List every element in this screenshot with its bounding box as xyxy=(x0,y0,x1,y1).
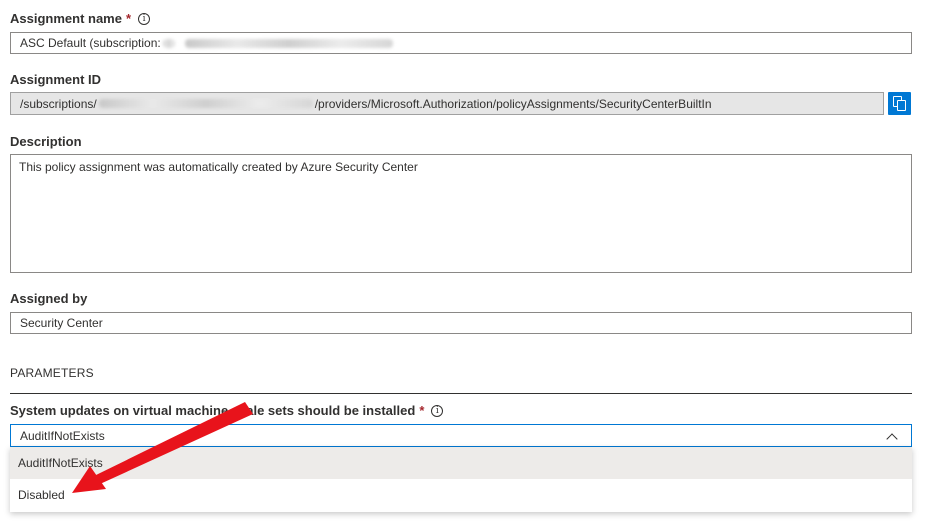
required-asterisk: * xyxy=(125,11,132,26)
description-label: Description xyxy=(10,134,82,149)
description-textarea[interactable]: This policy assignment was automatically… xyxy=(10,154,912,273)
assignment-name-input[interactable]: ASC Default (subscription: xyxy=(10,32,912,54)
assignment-id-suffix: /providers/Microsoft.Authorization/polic… xyxy=(314,96,712,111)
copy-icon-front xyxy=(897,100,906,111)
assignment-name-value: ASC Default (subscription: xyxy=(20,36,161,50)
description-value: This policy assignment was automatically… xyxy=(19,160,418,174)
parameter-dropdown[interactable]: AuditIfNotExists xyxy=(10,424,912,447)
assignment-name-label-text: Assignment name xyxy=(10,11,122,26)
info-icon[interactable]: i xyxy=(138,12,151,25)
redacted-text xyxy=(98,99,313,108)
redacted-text xyxy=(162,38,175,48)
assigned-by-value: Security Center xyxy=(20,316,103,330)
required-asterisk: * xyxy=(419,403,425,418)
parameters-heading: PARAMETERS xyxy=(10,366,94,380)
dropdown-option-auditifnotexists[interactable]: AuditIfNotExists xyxy=(10,447,912,479)
dropdown-selected-value: AuditIfNotExists xyxy=(20,428,105,443)
assignment-id-prefix: /subscriptions/ xyxy=(20,96,97,111)
info-icon[interactable]: i xyxy=(431,404,444,417)
assignment-id-label-text: Assignment ID xyxy=(10,72,102,87)
parameter-label: System updates on virtual machine scale … xyxy=(10,403,444,418)
assigned-by-label-text: Assigned by xyxy=(10,291,88,306)
redacted-text xyxy=(184,38,393,48)
assignment-id-field[interactable]: /subscriptions/ /providers/Microsoft.Aut… xyxy=(10,92,884,115)
policy-assignment-form: Assignment name * i ASC Default (subscri… xyxy=(0,0,937,523)
dropdown-menu: AuditIfNotExists Disabled xyxy=(10,447,912,512)
assigned-by-label: Assigned by xyxy=(10,291,87,306)
option-label: Disabled xyxy=(18,488,65,502)
dropdown-option-disabled[interactable]: Disabled xyxy=(10,479,912,511)
assignment-id-label: Assignment ID xyxy=(10,72,101,87)
description-label-text: Description xyxy=(10,134,82,149)
chevron-up-icon xyxy=(886,432,898,445)
option-label: AuditIfNotExists xyxy=(18,456,103,470)
parameter-label-text: System updates on virtual machine scale … xyxy=(10,403,416,418)
copy-button[interactable] xyxy=(888,92,911,115)
section-divider xyxy=(10,393,912,394)
assignment-name-label: Assignment name * i xyxy=(10,11,151,26)
assigned-by-input[interactable]: Security Center xyxy=(10,312,912,334)
